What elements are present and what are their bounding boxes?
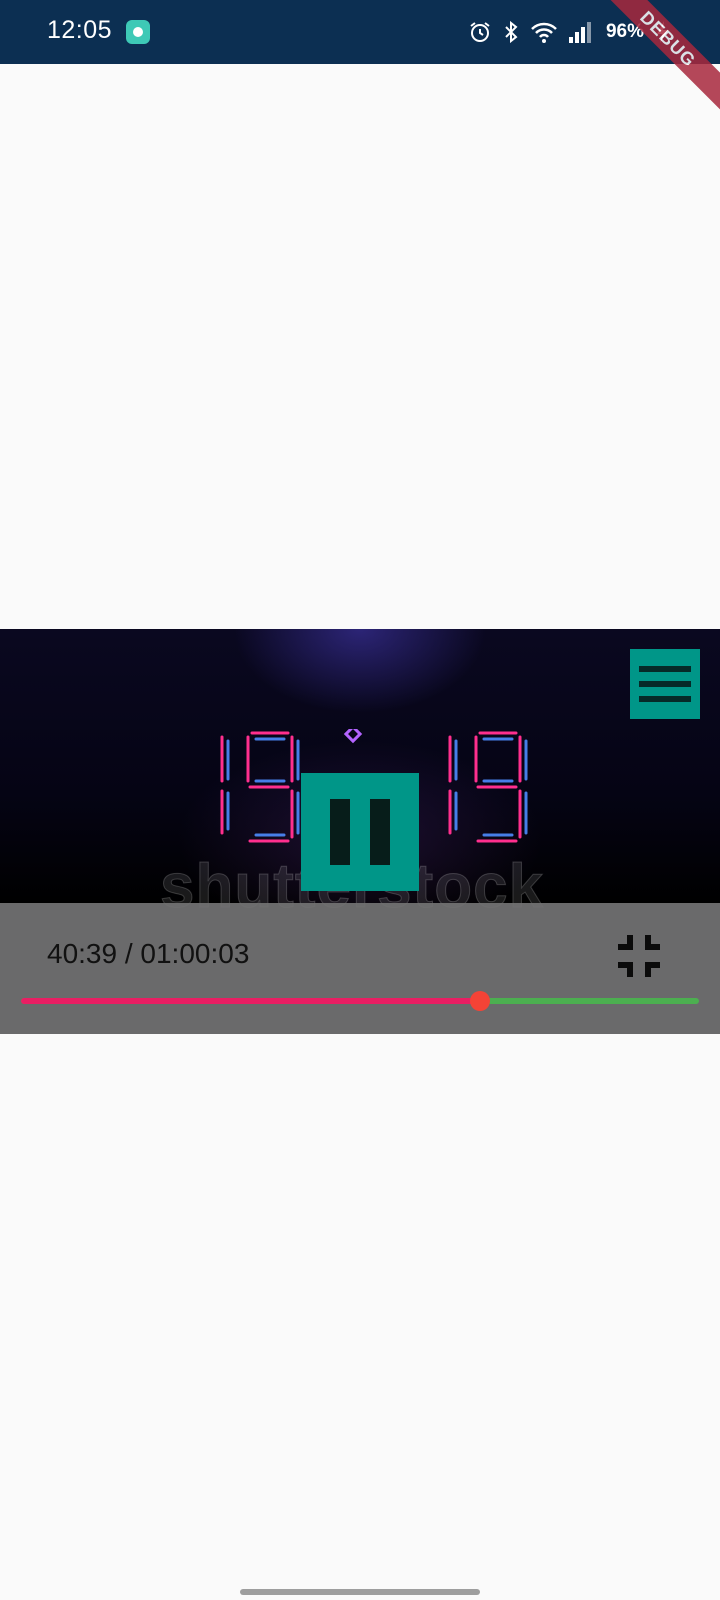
- home-indicator[interactable]: [240, 1589, 480, 1595]
- fullscreen-exit-icon[interactable]: [616, 933, 662, 979]
- pause-button[interactable]: [301, 773, 419, 891]
- app-notification-icon: [126, 20, 150, 44]
- menu-button[interactable]: [630, 649, 700, 719]
- progress-played: [21, 998, 480, 1004]
- signal-icon: [568, 22, 591, 43]
- progress-bar[interactable]: [21, 991, 699, 1011]
- alarm-icon: [470, 22, 490, 42]
- bluetooth-icon: [505, 20, 518, 44]
- menu-icon: [639, 666, 691, 672]
- status-bar: 12:05 96% DEBUG: [0, 0, 720, 119]
- status-time: 12:05: [47, 16, 113, 44]
- video-player[interactable]: shutterstock 40:39 / 01:00:03: [0, 629, 720, 1034]
- progress-thumb[interactable]: [469, 991, 490, 1011]
- player-controls: 40:39 / 01:00:03: [0, 903, 720, 1034]
- time-display: 40:39 / 01:00:03: [47, 938, 250, 969]
- pause-icon: [330, 799, 350, 865]
- wifi-icon: [531, 22, 557, 43]
